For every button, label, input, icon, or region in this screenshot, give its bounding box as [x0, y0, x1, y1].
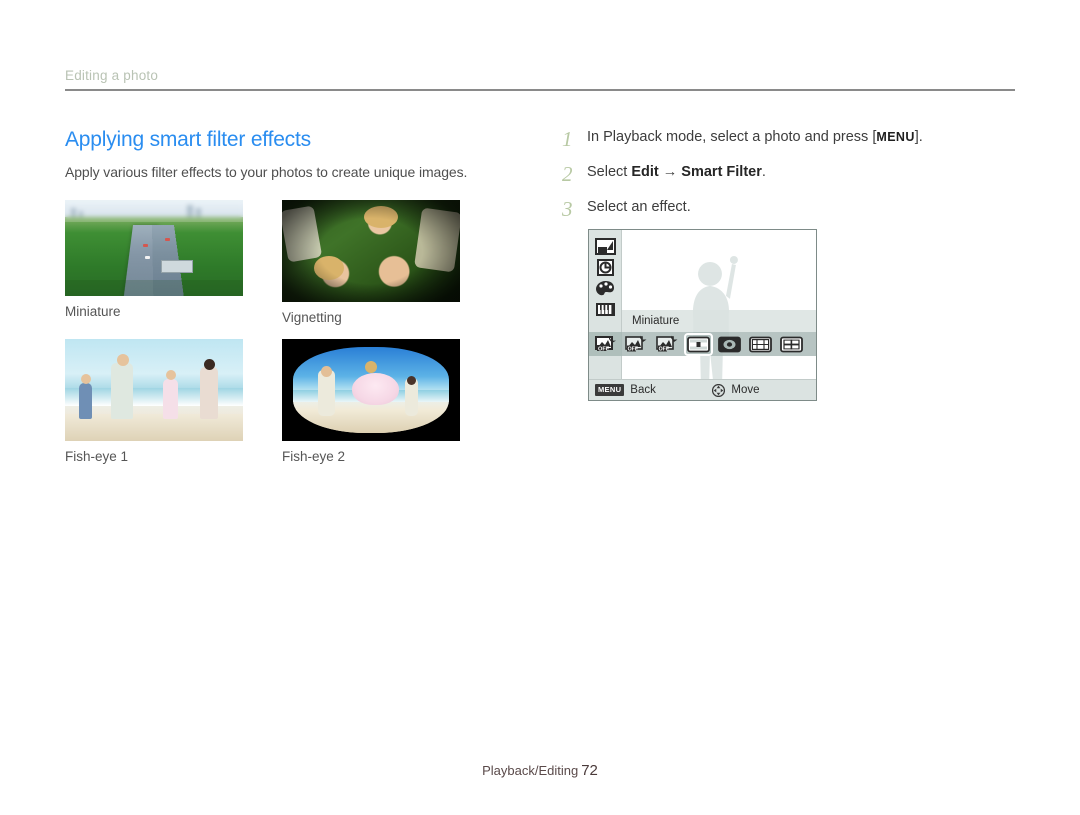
sample-item-vignetting: Vignetting: [282, 200, 482, 325]
dress-shape: [352, 372, 400, 406]
sample-caption: Fish-eye 1: [65, 449, 129, 464]
sample-thumbnail-grid: Miniature Vignetting Fish-eye 1 Fish-eye…: [65, 200, 505, 478]
head-shape: [166, 369, 177, 380]
filter-off-2-icon[interactable]: OFF: [655, 335, 680, 354]
rotate-icon[interactable]: [595, 259, 616, 276]
page-footer: Playback/Editing 72: [0, 762, 1080, 779]
running-head-label: Editing a photo: [65, 68, 159, 83]
step-number: 3: [562, 197, 573, 222]
lcd-sidebar-active-row: OFF: [589, 332, 622, 356]
step-text: In Playback mode, select a photo and pre…: [587, 128, 923, 146]
fisheye1-artwork: [65, 339, 243, 441]
fish-eye-2-icon[interactable]: [779, 335, 804, 354]
barrel-distortion-shape: [292, 347, 450, 433]
blur-band-bottom: [65, 280, 243, 296]
lcd-footer-bar: MENU Back Move: [589, 379, 816, 400]
step-text-after: ].: [914, 129, 923, 145]
car-shape: [164, 238, 170, 242]
blur-band-top: [65, 200, 243, 222]
footer-section-label: Playback/Editing: [482, 763, 579, 778]
miniature-icon[interactable]: [684, 332, 713, 356]
running-head: Editing a photo: [65, 68, 1015, 91]
smart-filter-selected-icon[interactable]: OFF: [595, 335, 616, 352]
menu-item-edit: Edit: [631, 164, 659, 181]
fisheye2-artwork: [282, 339, 460, 441]
sample-caption: Fish-eye 2: [282, 449, 346, 464]
sample-item-fisheye-2: Fish-eye 2: [282, 339, 482, 464]
head-shape: [81, 373, 92, 384]
head-shape: [320, 366, 332, 377]
step-1: 1 In Playback mode, select a photo and p…: [562, 128, 1032, 150]
sample-item-fisheye-1: Fish-eye 1: [65, 339, 265, 464]
head-shape: [203, 358, 215, 370]
lcd-current-option-label: Miniature: [632, 315, 680, 327]
arrow-separator: →: [658, 164, 682, 181]
lcd-back-label[interactable]: Back: [630, 384, 656, 396]
svg-text:OFF: OFF: [659, 346, 669, 352]
step-number: 1: [562, 127, 573, 151]
menu-keycap: MENU: [876, 130, 915, 144]
dpad-icon: [712, 383, 726, 397]
car-shape: [145, 255, 151, 259]
step-text-after: .: [761, 164, 766, 181]
person-shape: [79, 382, 93, 419]
left-column: Applying smart filter effects Apply vari…: [65, 128, 525, 478]
step-text-before: In Playback mode, select a photo and pre…: [587, 129, 877, 145]
page-number: 72: [581, 762, 598, 779]
sample-image-miniature: [65, 200, 243, 296]
filter-off-1-icon[interactable]: OFF: [624, 335, 649, 354]
page-title: Applying smart filter effects: [65, 128, 311, 151]
vignetting-artwork: [282, 200, 460, 302]
running-head-rule: [65, 89, 1015, 91]
step-text-before: Select: [587, 164, 632, 181]
palette-icon[interactable]: [595, 280, 616, 297]
right-column: 1 In Playback mode, select a photo and p…: [562, 128, 1032, 233]
sample-item-miniature: Miniature: [65, 200, 265, 325]
fish-eye-1-icon[interactable]: [748, 335, 773, 354]
step-3: 3 Select an effect.: [562, 198, 1032, 220]
sample-image-vignetting: [282, 200, 460, 302]
person-shape: [111, 362, 134, 419]
menu-button-chip[interactable]: MENU: [595, 384, 625, 396]
lcd-current-option-row: Miniature: [622, 310, 816, 332]
svg-text:OFF: OFF: [628, 346, 638, 352]
sample-caption: Vignetting: [282, 310, 342, 325]
vignetting-icon[interactable]: [717, 335, 742, 354]
sand-band: [292, 408, 450, 433]
person-shape: [162, 378, 178, 419]
step-text: Select an effect.: [587, 199, 691, 216]
camera-lcd-screenshot: OFF Miniature OFF OFF MENU Back Move: [588, 229, 817, 401]
lcd-move-label[interactable]: Move: [731, 384, 759, 396]
step-2: 2 Select Edit → Smart Filter.: [562, 163, 1032, 185]
svg-text:OFF: OFF: [598, 346, 610, 352]
head-shape: [116, 353, 129, 366]
person-shape: [200, 366, 219, 419]
lcd-sidebar: [589, 230, 622, 400]
sample-image-fisheye-1: [65, 339, 243, 441]
step-text: Select Edit → Smart Filter.: [587, 163, 766, 181]
sample-caption: Miniature: [65, 304, 121, 319]
resize-icon[interactable]: [595, 238, 616, 255]
head-shape: [364, 360, 377, 373]
smart-filter-icon[interactable]: [595, 301, 616, 318]
section-description: Apply various filter effects to your pho…: [65, 164, 468, 180]
sample-image-fisheye-2: [282, 339, 460, 441]
car-shape: [143, 244, 149, 248]
step-number: 2: [562, 162, 573, 187]
road-sign-shape: [161, 259, 194, 273]
lcd-effect-strip: OFF OFF: [622, 332, 816, 356]
miniature-artwork: [65, 200, 243, 296]
vignette-overlay: [282, 200, 460, 302]
menu-item-smart-filter: Smart Filter: [681, 164, 762, 181]
